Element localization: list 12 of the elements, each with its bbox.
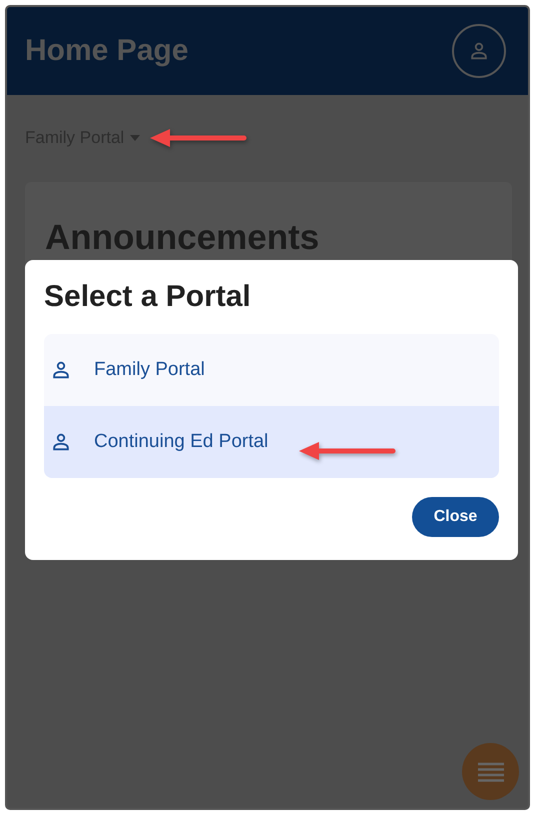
person-icon [50,359,72,381]
person-icon [468,40,490,62]
card-title: Announcements [45,218,320,258]
dialog-title: Select a Portal [44,280,251,314]
portal-option[interactable]: Continuing Ed Portal [44,406,499,478]
page-title: Home Page [25,34,188,68]
close-button[interactable]: Close [412,497,499,537]
portal-option[interactable]: Family Portal [44,334,499,406]
menu-icon [478,762,504,782]
profile-button[interactable] [452,24,506,78]
person-icon [50,431,72,453]
caret-icon [130,135,140,141]
